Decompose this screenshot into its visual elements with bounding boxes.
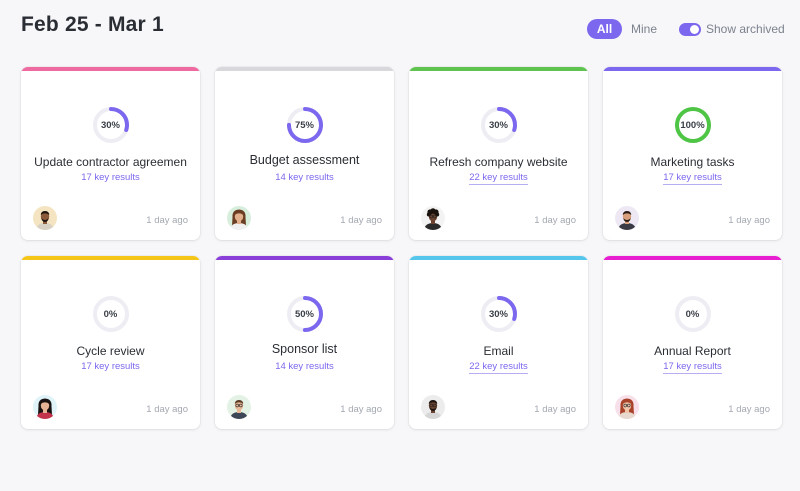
goal-title: Budget assessment xyxy=(249,153,360,167)
progress-ring: 0% xyxy=(673,294,713,334)
progress-ring: 30% xyxy=(91,105,131,145)
key-results-link[interactable]: 17 key results xyxy=(81,172,140,183)
updated-time: 1 day ago xyxy=(340,404,382,415)
owner-avatar[interactable] xyxy=(33,206,57,230)
card-color-bar xyxy=(215,67,394,71)
updated-time: 1 day ago xyxy=(534,215,576,226)
progress-percent: 100% xyxy=(680,119,705,131)
goal-title: Cycle review xyxy=(76,344,145,358)
goal-title: Marketing tasks xyxy=(650,155,735,169)
updated-time: 1 day ago xyxy=(340,215,382,226)
key-results-link[interactable]: 22 key results xyxy=(469,361,528,374)
goals-grid: 30% Update contractor agreemen 17 key resu… xyxy=(21,67,782,429)
progress-ring: 75% xyxy=(285,105,325,145)
owner-avatar[interactable] xyxy=(33,395,57,419)
show-archived-label: Show archived xyxy=(706,22,785,36)
goal-card[interactable]: 100% Marketing tasks 17 key results 1 day a… xyxy=(603,67,782,240)
owner-avatar[interactable] xyxy=(615,395,639,419)
goal-title: Annual Report xyxy=(654,344,731,358)
goal-card[interactable]: 50% Sponsor list 14 key results 1 day ago xyxy=(215,256,394,429)
key-results-link[interactable]: 17 key results xyxy=(81,361,140,372)
key-results-link[interactable]: 14 key results xyxy=(275,361,334,372)
progress-percent: 30% xyxy=(488,308,508,320)
key-results-link[interactable]: 17 key results xyxy=(663,172,722,185)
card-color-bar xyxy=(215,256,394,260)
card-color-bar xyxy=(603,67,782,71)
owner-avatar[interactable] xyxy=(421,395,445,419)
key-results-link[interactable]: 14 key results xyxy=(275,172,334,183)
progress-percent: 0% xyxy=(685,308,700,320)
card-color-bar xyxy=(603,256,782,260)
show-archived-toggle[interactable]: Show archived xyxy=(679,19,785,39)
owner-avatar[interactable] xyxy=(421,206,445,230)
progress-percent: 75% xyxy=(294,119,314,131)
goal-title: Sponsor list xyxy=(271,342,338,356)
progress-ring: 30% xyxy=(479,294,519,334)
updated-time: 1 day ago xyxy=(728,404,770,415)
filter-mine-button[interactable]: Mine xyxy=(631,22,657,36)
progress-ring: 50% xyxy=(285,294,325,334)
updated-time: 1 day ago xyxy=(146,404,188,415)
progress-percent: 30% xyxy=(488,119,508,131)
progress-ring: 100% xyxy=(673,105,713,145)
progress-percent: 30% xyxy=(100,119,120,131)
key-results-wrap: 14 key results xyxy=(215,361,394,372)
key-results-wrap: 17 key results xyxy=(603,172,782,185)
key-results-wrap: 17 key results xyxy=(21,361,200,372)
key-results-wrap: 14 key results xyxy=(215,172,394,183)
card-color-bar xyxy=(21,67,200,71)
card-color-bar xyxy=(409,67,588,71)
toggle-knob xyxy=(690,24,699,34)
updated-time: 1 day ago xyxy=(146,215,188,226)
owner-avatar[interactable] xyxy=(227,395,251,419)
goal-card[interactable]: 30% Update contractor agreemen 17 key resu… xyxy=(21,67,200,240)
goal-card[interactable]: 0% Cycle review 17 key results 1 day ago xyxy=(21,256,200,429)
card-color-bar xyxy=(21,256,200,260)
progress-percent: 50% xyxy=(294,308,314,320)
filter-all-button[interactable]: All xyxy=(587,19,622,39)
goal-card[interactable]: 30% Refresh company website 22 key results… xyxy=(409,67,588,240)
page-title: Feb 25 - Mar 1 xyxy=(21,13,164,36)
progress-ring: 30% xyxy=(479,105,519,145)
goal-card[interactable]: 75% Budget assessment 14 key results 1 day … xyxy=(215,67,394,240)
toggle-switch[interactable] xyxy=(679,22,701,36)
goal-title: Update contractor agreemen xyxy=(34,155,187,169)
key-results-link[interactable]: 22 key results xyxy=(469,172,528,185)
goal-card[interactable]: 0% Annual Report 17 key results 1 day ago xyxy=(603,256,782,429)
goal-title: Refresh company website xyxy=(429,155,568,169)
updated-time: 1 day ago xyxy=(728,215,770,226)
key-results-wrap: 17 key results xyxy=(21,172,200,183)
goal-title: Email xyxy=(483,344,514,358)
progress-ring: 0% xyxy=(91,294,131,334)
owner-avatar[interactable] xyxy=(615,206,639,230)
updated-time: 1 day ago xyxy=(534,404,576,415)
page-header: Feb 25 - Mar 1 All Mine Show archived xyxy=(0,0,800,60)
key-results-wrap: 22 key results xyxy=(409,361,588,374)
owner-avatar[interactable] xyxy=(227,206,251,230)
progress-percent: 0% xyxy=(103,308,118,320)
key-results-wrap: 17 key results xyxy=(603,361,782,374)
goal-card[interactable]: 30% Email 22 key results 1 day ago xyxy=(409,256,588,429)
card-color-bar xyxy=(409,256,588,260)
key-results-wrap: 22 key results xyxy=(409,172,588,185)
filter-group: All Mine xyxy=(587,19,657,39)
key-results-link[interactable]: 17 key results xyxy=(663,361,722,374)
